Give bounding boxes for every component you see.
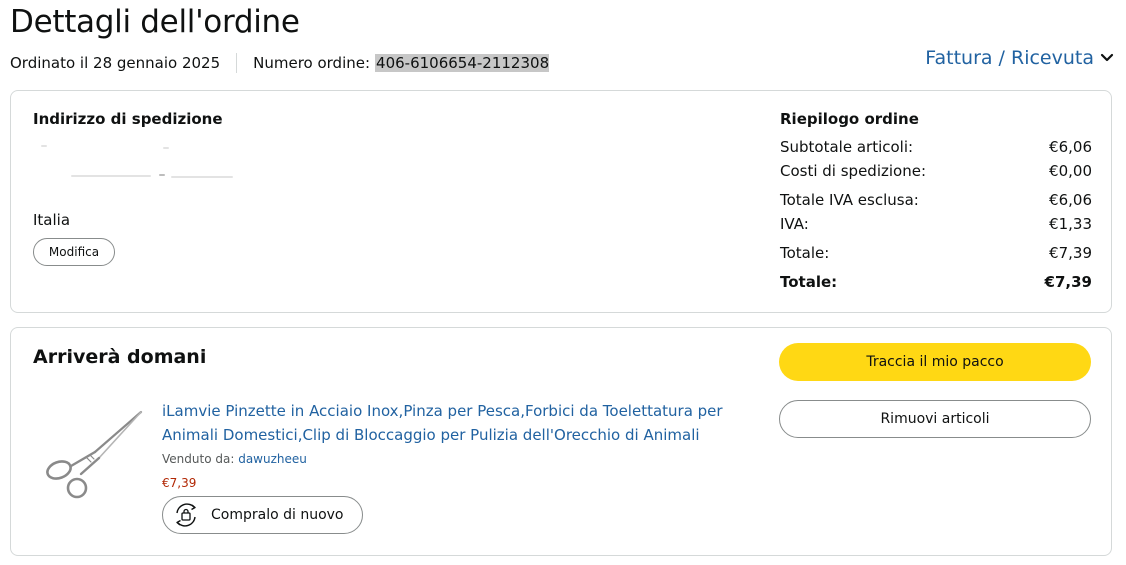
summary-label: Totale IVA esclusa: bbox=[780, 191, 919, 209]
shipping-address-heading: Indirizzo di spedizione bbox=[33, 110, 223, 128]
track-package-button[interactable]: Traccia il mio pacco bbox=[779, 343, 1091, 381]
sold-by-label: Venduto da: bbox=[162, 452, 235, 466]
summary-label: Costi di spedizione: bbox=[780, 162, 927, 180]
order-date: Ordinato il 28 gennaio 2025 bbox=[10, 54, 221, 72]
hemostat-forceps-image[interactable] bbox=[37, 408, 149, 500]
summary-row-shipping: Costi di spedizione: €0,00 bbox=[780, 159, 1092, 183]
invoice-dropdown[interactable]: Fattura / Ricevuta bbox=[925, 47, 1114, 69]
shipment-card: Arriverà domani Traccia il mio pacco Rim… bbox=[10, 327, 1112, 556]
buy-again-button[interactable]: Compralo di nuovo bbox=[162, 496, 363, 534]
summary-row-vat: IVA: €1,33 bbox=[780, 212, 1092, 236]
invoice-label: Fattura / Ricevuta bbox=[925, 47, 1094, 69]
edit-address-button[interactable]: Modifica bbox=[33, 238, 115, 266]
summary-label: IVA: bbox=[780, 215, 809, 233]
summary-value: €6,06 bbox=[1049, 191, 1092, 209]
page-title: Dettagli dell'ordine bbox=[10, 4, 300, 40]
redacted-address-line-1 bbox=[41, 144, 181, 150]
seller-line: Venduto da: dawuzheeu bbox=[162, 452, 307, 466]
chevron-down-icon bbox=[1100, 53, 1114, 62]
summary-row-total: Totale: €7,39 bbox=[780, 241, 1092, 265]
summary-row-total-excl-vat: Totale IVA esclusa: €6,06 bbox=[780, 188, 1092, 212]
seller-link[interactable]: dawuzheeu bbox=[238, 452, 307, 466]
order-summary: Riepilogo ordine Subtotale articoli: €6,… bbox=[780, 110, 1092, 294]
summary-value: €6,06 bbox=[1049, 138, 1092, 156]
order-meta-row: Ordinato il 28 gennaio 2025 Numero ordin… bbox=[10, 53, 550, 73]
buy-again-label: Compralo di nuovo bbox=[211, 507, 344, 523]
product-title-link[interactable]: iLamvie Pinzette in Acciaio Inox,Pinza p… bbox=[162, 399, 742, 447]
order-number[interactable]: 406-6106654-2112308 bbox=[375, 54, 550, 72]
delivery-status-heading: Arriverà domani bbox=[33, 346, 207, 368]
buy-again-icon bbox=[176, 503, 196, 527]
summary-value: €7,39 bbox=[1044, 273, 1092, 291]
redacted-address-line-2 bbox=[71, 174, 241, 180]
meta-divider bbox=[236, 53, 238, 73]
summary-value: €7,39 bbox=[1049, 244, 1092, 262]
summary-label: Totale: bbox=[780, 273, 838, 291]
summary-value: €1,33 bbox=[1049, 215, 1092, 233]
summary-row-grand-total: Totale: €7,39 bbox=[780, 270, 1092, 294]
remove-items-button[interactable]: Rimuovi articoli bbox=[779, 400, 1091, 438]
address-country: Italia bbox=[33, 211, 71, 229]
summary-value: €0,00 bbox=[1049, 162, 1092, 180]
summary-row-subtotal: Subtotale articoli: €6,06 bbox=[780, 135, 1092, 159]
summary-label: Totale: bbox=[780, 244, 830, 262]
summary-label: Subtotale articoli: bbox=[780, 138, 914, 156]
order-summary-heading: Riepilogo ordine bbox=[780, 110, 919, 128]
order-number-label: Numero ordine: bbox=[253, 54, 371, 72]
address-summary-card: Indirizzo di spedizione Italia Modifica … bbox=[10, 90, 1112, 313]
item-price: €7,39 bbox=[162, 476, 197, 490]
